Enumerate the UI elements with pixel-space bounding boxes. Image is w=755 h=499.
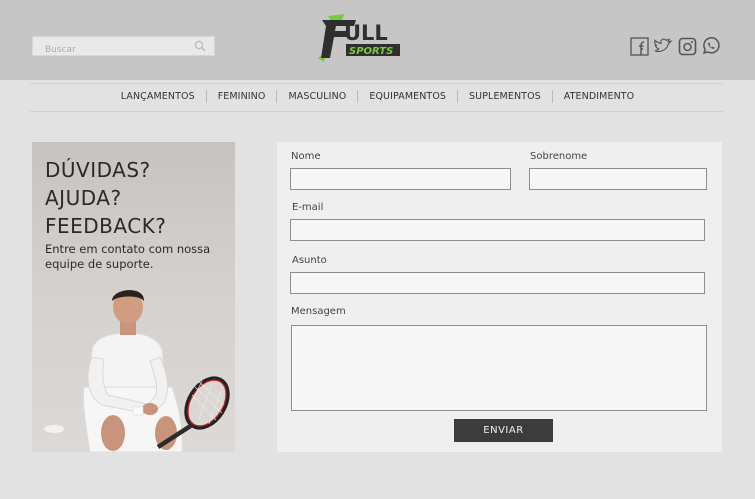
banner-heading: DÚVIDAS? AJUDA? FEEDBACK?	[45, 156, 166, 240]
twitter-icon[interactable]	[653, 36, 673, 56]
nav-item-equipamentos[interactable]: EQUIPAMENTOS	[357, 90, 457, 103]
mensagem-label: Mensagem	[291, 306, 346, 317]
nav-item-suplementos[interactable]: SUPLEMENTOS	[457, 90, 552, 103]
logo-text-sub: SPORTS	[349, 46, 393, 57]
nav-item-feminino[interactable]: FEMININO	[205, 90, 277, 103]
logo-text-main: ULL	[344, 21, 388, 45]
tennis-player-image	[44, 290, 230, 452]
whatsapp-icon[interactable]	[701, 36, 721, 56]
social-links	[629, 36, 721, 56]
email-label: E-mail	[292, 202, 324, 213]
contact-form: Nome Sobrenome E-mail Asunto Mensagem EN…	[277, 142, 722, 452]
nav-item-atendimento[interactable]: ATENDIMENTO	[551, 90, 645, 103]
nome-field[interactable]	[290, 168, 511, 190]
asunto-field[interactable]	[290, 272, 705, 294]
banner-heading-line: DÚVIDAS?	[45, 158, 151, 182]
nav-item-masculino[interactable]: MASCULINO	[276, 90, 357, 103]
main-nav: LANÇAMENTOS FEMININO MASCULINO EQUIPAMEN…	[0, 84, 755, 109]
search-icon[interactable]	[194, 40, 206, 52]
site-header: ULL SPORTS	[0, 0, 755, 80]
banner-heading-line: AJUDA?	[45, 186, 122, 210]
support-banner: DÚVIDAS? AJUDA? FEEDBACK? Entre em conta…	[32, 142, 235, 452]
banner-heading-line: FEEDBACK?	[45, 214, 167, 238]
banner-text: Entre em contato com nossa equipe de sup…	[45, 242, 230, 272]
nav-item-lancamentos[interactable]: LANÇAMENTOS	[110, 90, 206, 103]
email-field[interactable]	[290, 219, 705, 241]
asunto-label: Asunto	[292, 255, 327, 266]
sobrenome-label: Sobrenome	[530, 151, 588, 162]
sobrenome-field[interactable]	[529, 168, 707, 190]
banner-text-line: Entre em contato com nossa	[45, 242, 211, 256]
full-sports-logo[interactable]: ULL SPORTS	[316, 14, 402, 64]
mensagem-textarea[interactable]	[291, 325, 707, 411]
facebook-icon[interactable]	[629, 36, 649, 56]
nome-label: Nome	[291, 151, 321, 162]
instagram-icon[interactable]	[677, 36, 697, 56]
enviar-button[interactable]: ENVIAR	[454, 419, 553, 442]
nav-divider-bottom	[30, 111, 723, 112]
banner-text-line: equipe de suporte.	[45, 257, 154, 271]
search-box	[32, 36, 215, 59]
search-input[interactable]	[33, 41, 214, 59]
